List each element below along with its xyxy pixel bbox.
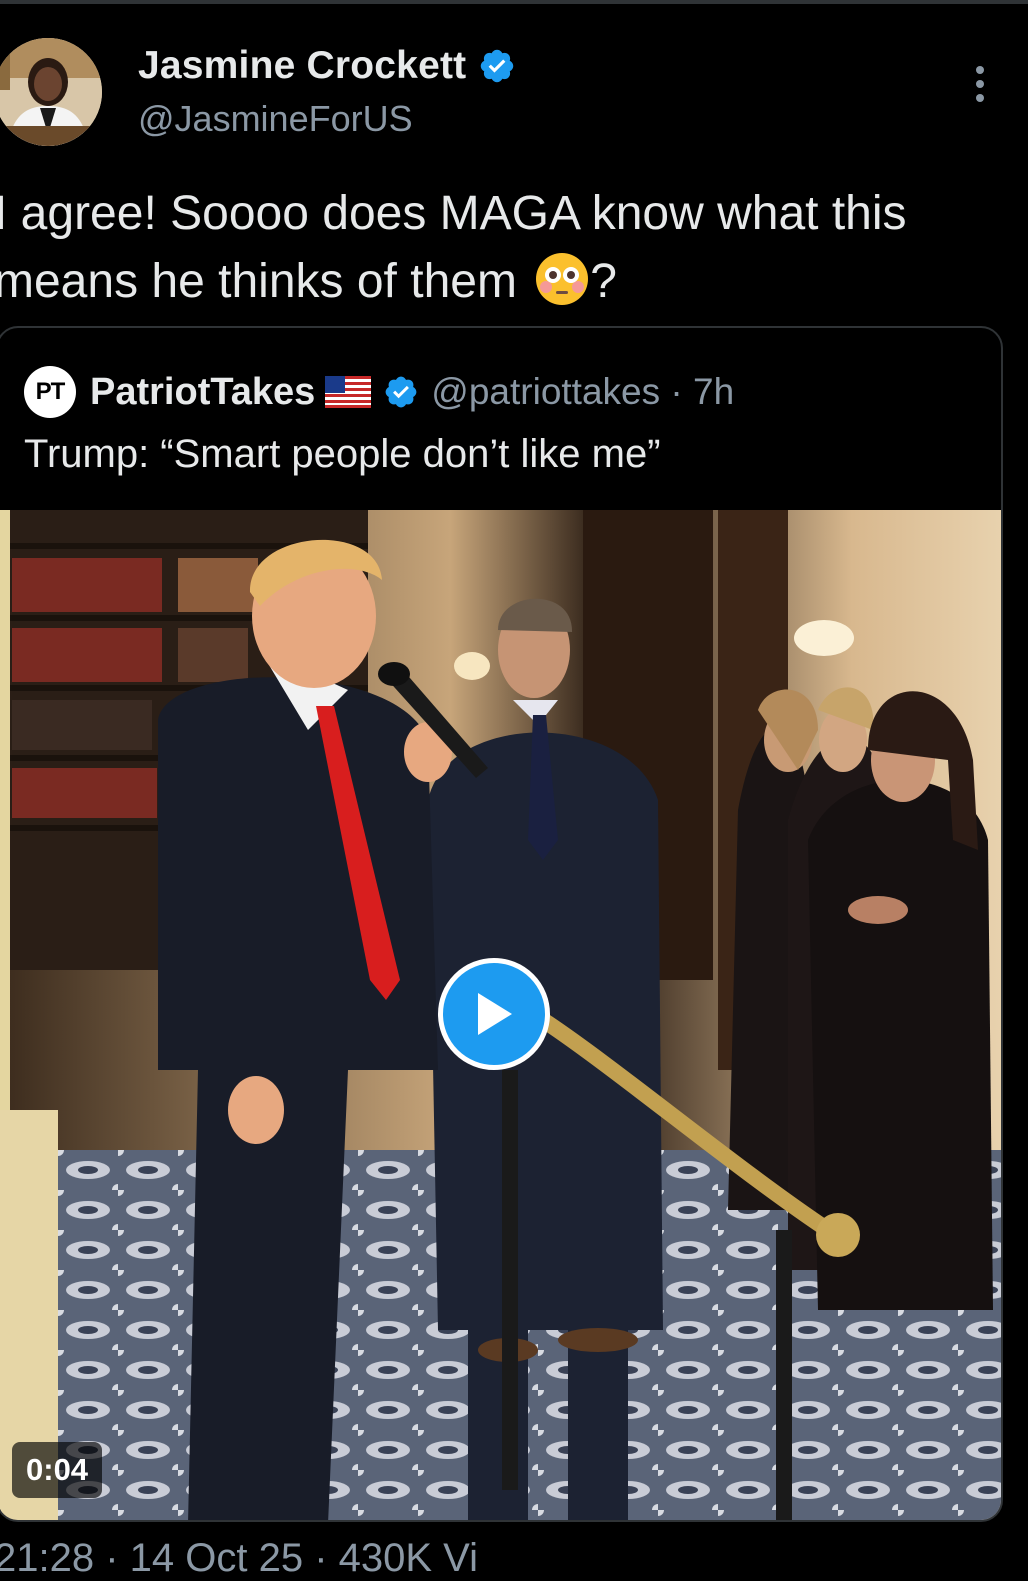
tweet-text: I agree! Soooo does MAGA know what this … [0, 180, 1014, 316]
quoted-author-name[interactable]: PatriotTakes [90, 371, 315, 414]
quoted-verified-badge-icon [385, 376, 417, 408]
quoted-header: PT PatriotTakes @patriottakes · 7h [24, 366, 734, 418]
tweet-meta: 21:28 · 14 Oct 25 · 430K Vi [0, 1536, 479, 1580]
tweet-header: Jasmine Crockett @JasmineForUS [0, 36, 1028, 156]
author-name[interactable]: Jasmine Crockett [138, 44, 466, 88]
avatar[interactable] [0, 38, 102, 146]
play-button[interactable] [438, 958, 550, 1070]
more-options-icon[interactable] [966, 64, 994, 104]
quoted-text: Trump: “Smart people don’t like me” [24, 432, 661, 476]
top-divider [0, 0, 1028, 4]
video-duration: 0:04 [12, 1442, 103, 1498]
quoted-handle-time[interactable]: @patriottakes · 7h [431, 371, 734, 413]
video-player[interactable]: 0:04 [0, 510, 1001, 1520]
us-flag-icon [325, 376, 372, 408]
verified-badge-icon [481, 49, 514, 83]
play-icon [478, 993, 512, 1035]
patriottakes-logo[interactable]: PT [24, 366, 76, 418]
tweet-tail: ? [590, 255, 617, 308]
quoted-tweet[interactable]: PT PatriotTakes @patriottakes · 7h Trump… [0, 326, 1003, 1522]
author-handle[interactable]: @JasmineForUS [138, 98, 413, 140]
author-name-row: Jasmine Crockett [138, 44, 516, 88]
tweet-body: I agree! Soooo does MAGA know what this … [0, 187, 907, 308]
flushed-face-icon [536, 253, 589, 305]
